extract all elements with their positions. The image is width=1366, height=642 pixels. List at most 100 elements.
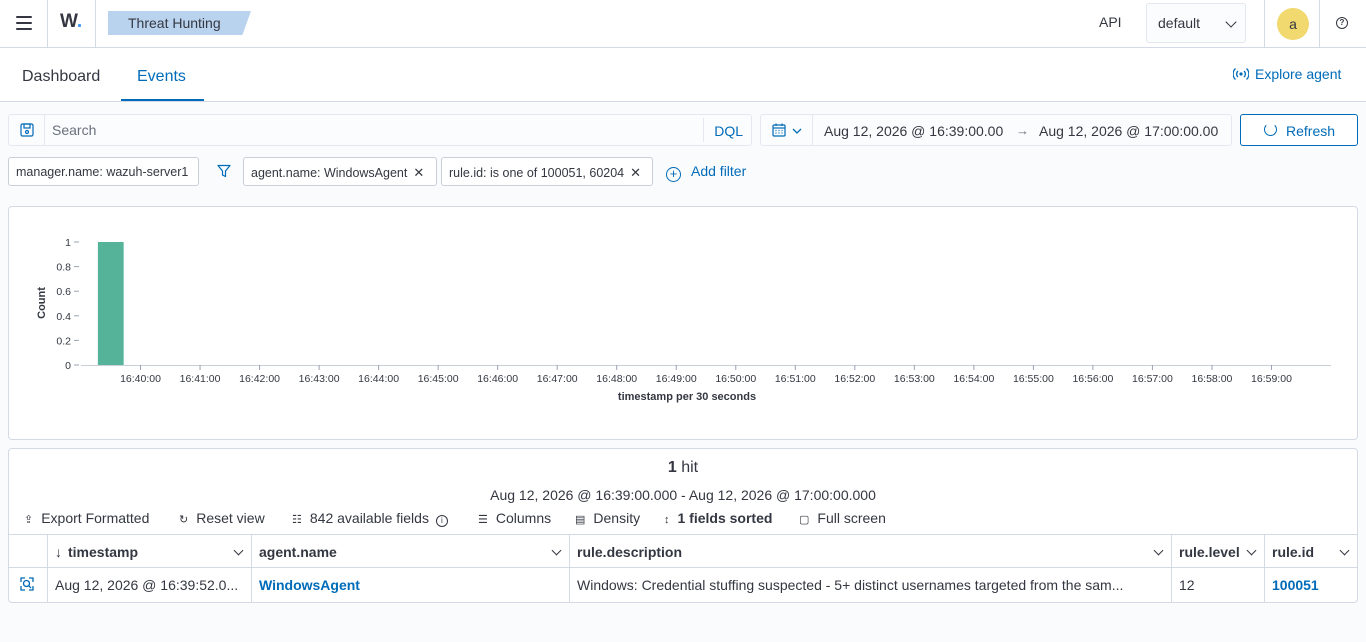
filter-pill-label: manager.name: wazuh-server1 bbox=[16, 165, 189, 179]
events-histogram: 0 0.2 0.4 0.6 0.8 1 16:40:00 16:41:00 16:42:00 1… bbox=[36, 237, 1331, 403]
column-header-rule-id[interactable]: rule.id bbox=[1265, 534, 1357, 568]
reset-view-button[interactable]: ↻ Reset view bbox=[179, 510, 265, 526]
refresh-button[interactable]: Refresh bbox=[1240, 114, 1358, 146]
chevron-down-icon[interactable] bbox=[233, 545, 244, 556]
column-label: agent.name bbox=[259, 544, 337, 560]
column-label: rule.id bbox=[1272, 544, 1315, 560]
breadcrumb-threat-hunting[interactable]: Threat Hunting bbox=[108, 11, 251, 35]
column-header-agent-name[interactable]: agent.name bbox=[252, 534, 570, 568]
density-icon: ▤ bbox=[575, 514, 586, 526]
saved-query-button[interactable] bbox=[9, 115, 45, 145]
inspect-icon bbox=[20, 577, 34, 591]
x-tick-label: 16:41:00 bbox=[180, 373, 221, 385]
arrow-right-icon: → bbox=[1016, 123, 1029, 138]
quick-select-button[interactable] bbox=[761, 115, 813, 145]
expand-row-button[interactable] bbox=[9, 568, 48, 602]
reset-icon: ↻ bbox=[179, 514, 189, 526]
fields-icon: ☷ bbox=[292, 514, 302, 526]
y-tick-label: 0.6 bbox=[56, 286, 71, 298]
sort-fields-button[interactable]: ↕ 1 fields sorted bbox=[664, 510, 772, 526]
full-screen-button[interactable]: ▢ Full screen bbox=[799, 510, 886, 526]
wazuh-logo[interactable]: W. bbox=[60, 11, 82, 33]
density-button[interactable]: ▤ Density bbox=[575, 510, 640, 526]
tab-dashboard[interactable]: Dashboard bbox=[22, 68, 100, 86]
save-icon bbox=[20, 123, 34, 137]
x-tick-label: 16:56:00 bbox=[1072, 373, 1113, 385]
chevron-down-icon[interactable] bbox=[1246, 545, 1257, 556]
explore-agent-button[interactable]: Explore agent bbox=[1232, 66, 1342, 82]
cell-timestamp: Aug 12, 2026 @ 16:39:52.0... bbox=[48, 568, 252, 602]
events-table: ↓ timestamp agent.name rule.description r… bbox=[9, 534, 1357, 602]
sort-descending-icon: ↓ bbox=[55, 544, 62, 560]
hit-count: 1 hit bbox=[0, 459, 1366, 477]
sort-label: 1 fields sorted bbox=[677, 510, 773, 526]
add-filter-button[interactable]: + Add filter bbox=[666, 163, 746, 182]
info-icon: i bbox=[435, 515, 448, 527]
y-tick-label: 1 bbox=[65, 237, 71, 249]
chevron-down-icon bbox=[792, 128, 802, 134]
calendar-icon bbox=[772, 123, 786, 137]
search-input[interactable]: Search bbox=[52, 122, 96, 138]
columns-label: Columns bbox=[495, 510, 552, 526]
sort-icon: ↕ bbox=[664, 514, 670, 526]
table-header-control bbox=[9, 534, 48, 568]
reset-label: Reset view bbox=[196, 510, 265, 526]
column-label: rule.description bbox=[577, 544, 683, 560]
y-tick-label: 0.8 bbox=[56, 262, 71, 274]
start-date[interactable]: Aug 12, 2026 @ 16:39:00.00 bbox=[824, 123, 1003, 139]
column-header-timestamp[interactable]: ↓ timestamp bbox=[48, 534, 252, 568]
date-picker: Aug 12, 2026 @ 16:39:00.00 → Aug 12, 202… bbox=[760, 114, 1232, 146]
header-divider bbox=[1264, 0, 1265, 47]
filter-pill-manager[interactable]: manager.name: wazuh-server1 bbox=[8, 157, 199, 186]
fullscreen-label: Full screen bbox=[817, 510, 886, 526]
menu-icon[interactable] bbox=[16, 16, 32, 30]
user-avatar[interactable]: a bbox=[1277, 8, 1309, 40]
histogram-bar bbox=[97, 242, 124, 365]
available-fields-button[interactable]: ☷ 842 available fields i bbox=[292, 510, 448, 527]
x-tick-label: 16:40:00 bbox=[120, 373, 161, 385]
fields-label: 842 available fields bbox=[309, 510, 429, 526]
filter-icon[interactable] bbox=[217, 164, 231, 178]
export-icon: ⇪ bbox=[24, 514, 34, 526]
plus-circle-icon: + bbox=[666, 167, 681, 182]
tab-events[interactable]: Events bbox=[137, 68, 186, 86]
chevron-down-icon[interactable] bbox=[1153, 545, 1164, 556]
api-selector[interactable]: default bbox=[1146, 3, 1246, 43]
close-icon[interactable]: ✕ bbox=[630, 165, 641, 180]
filter-pill-label: agent.name: WindowsAgent bbox=[251, 166, 408, 180]
column-header-rule-level[interactable]: rule.level bbox=[1172, 534, 1265, 568]
close-icon[interactable]: ✕ bbox=[413, 165, 424, 180]
chevron-down-icon[interactable] bbox=[551, 545, 562, 556]
column-header-rule-description[interactable]: rule.description bbox=[570, 534, 1172, 568]
x-tick-label: 16:44:00 bbox=[358, 373, 399, 385]
y-axis-label: Count bbox=[36, 287, 48, 319]
query-language-button[interactable]: DQL bbox=[703, 118, 743, 142]
results-time-range: Aug 12, 2026 @ 16:39:00.000 - Aug 12, 20… bbox=[490, 487, 876, 503]
export-formatted-button[interactable]: ⇪ Export Formatted bbox=[24, 510, 149, 526]
x-tick-label: 16:42:00 bbox=[239, 373, 280, 385]
filter-pill-agent[interactable]: agent.name: WindowsAgent ✕ bbox=[243, 157, 437, 186]
end-date[interactable]: Aug 12, 2026 @ 17:00:00.00 bbox=[1039, 123, 1218, 139]
cell-agent-name[interactable]: WindowsAgent bbox=[252, 568, 570, 602]
chevron-down-icon[interactable] bbox=[1339, 545, 1350, 556]
x-axis-label: timestamp per 30 seconds bbox=[618, 391, 756, 403]
cell-rule-description: Windows: Credential stuffing suspected -… bbox=[570, 568, 1172, 602]
cell-rule-id[interactable]: 100051 bbox=[1265, 568, 1357, 602]
refresh-label: Refresh bbox=[1286, 123, 1336, 139]
column-label: timestamp bbox=[68, 544, 139, 560]
header-divider bbox=[95, 0, 96, 47]
x-tick-label: 16:55:00 bbox=[1013, 373, 1054, 385]
help-icon[interactable]: ? bbox=[1336, 17, 1348, 29]
hit-count-value: 1 bbox=[667, 459, 677, 476]
x-tick-label: 16:52:00 bbox=[834, 373, 875, 385]
filter-pill-rule[interactable]: rule.id: is one of 100051, 60204 ✕ bbox=[441, 157, 653, 186]
y-tick-label: 0 bbox=[65, 360, 71, 372]
explore-agent-label: Explore agent bbox=[1255, 66, 1342, 82]
columns-button[interactable]: ☰ Columns bbox=[478, 510, 551, 526]
refresh-icon bbox=[1264, 123, 1277, 136]
chevron-down-icon bbox=[1225, 16, 1237, 28]
x-tick-label: 16:46:00 bbox=[477, 373, 518, 385]
add-filter-label: Add filter bbox=[691, 163, 747, 179]
x-tick-label: 16:58:00 bbox=[1192, 373, 1233, 385]
x-tick-label: 16:57:00 bbox=[1132, 373, 1173, 385]
